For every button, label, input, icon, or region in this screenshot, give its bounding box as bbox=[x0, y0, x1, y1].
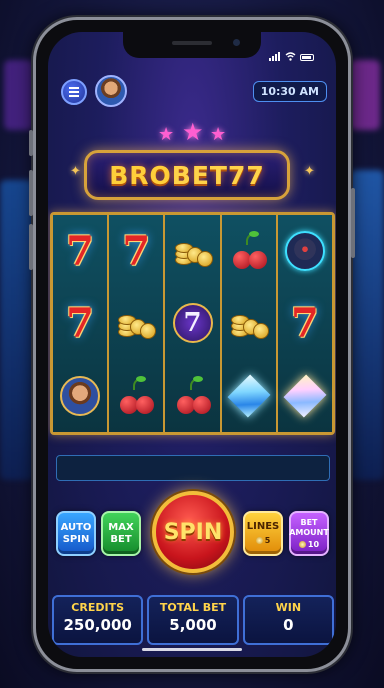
bet-amount-button[interactable]: BET AMOUNT 10 bbox=[289, 511, 329, 556]
star-icon: ★ bbox=[158, 124, 175, 145]
game-logo: BROBET77 bbox=[84, 150, 290, 200]
power-button bbox=[351, 188, 355, 258]
status-bar bbox=[269, 42, 314, 61]
cherry-symbol bbox=[170, 373, 216, 419]
notch bbox=[123, 32, 261, 58]
seven-symbol: 7 bbox=[122, 227, 151, 275]
battery-icon bbox=[300, 54, 314, 61]
sparkle-icon: ✦ bbox=[70, 164, 81, 179]
coin-stack-symbol bbox=[113, 300, 159, 346]
reel-5: 7 bbox=[277, 215, 333, 432]
reel-1: 7 7 bbox=[53, 215, 110, 432]
star-icon: ★ bbox=[210, 124, 227, 145]
cherry-symbol bbox=[113, 373, 159, 419]
home-indicator[interactable] bbox=[142, 648, 242, 651]
cherry-symbol bbox=[226, 228, 272, 274]
menu-button[interactable] bbox=[61, 79, 87, 105]
backdrop-top-left bbox=[4, 60, 34, 130]
wifi-icon bbox=[285, 52, 296, 61]
seven-purple-token-symbol: 7 bbox=[170, 300, 216, 346]
volume-up-button bbox=[29, 170, 33, 216]
beast-token-symbol bbox=[282, 228, 328, 274]
stats-bar: CREDITS 250,000 TOTAL BET 5,000 WIN 0 bbox=[52, 595, 334, 645]
logo-text-part2: BET77 bbox=[171, 160, 265, 190]
game-screen: 10:30 AM ★ ★ ★ ✦ ✦ BROBET77 7 7 7 7 7 AU… bbox=[48, 32, 336, 657]
diamond-gold-symbol bbox=[282, 373, 328, 419]
mute-switch bbox=[29, 130, 33, 156]
clock: 10:30 AM bbox=[252, 81, 327, 102]
menu-icon bbox=[69, 91, 79, 93]
sparkle-icon: ✦ bbox=[304, 164, 315, 179]
diamond-symbol bbox=[226, 373, 272, 419]
credits-panel: CREDITS 250,000 bbox=[52, 595, 144, 645]
message-bar bbox=[56, 455, 330, 481]
backdrop-right bbox=[350, 170, 384, 480]
total-bet-panel: TOTAL BET 5,000 bbox=[147, 595, 239, 645]
volume-down-button bbox=[29, 224, 33, 270]
signal-icon bbox=[269, 42, 281, 61]
coin-icon bbox=[255, 537, 263, 544]
coin-icon bbox=[298, 541, 306, 548]
seven-symbol: 7 bbox=[290, 299, 319, 347]
max-bet-button[interactable]: MAX BET bbox=[101, 511, 141, 556]
coin-stack-symbol bbox=[170, 228, 216, 274]
reel-2: 7 bbox=[109, 215, 166, 432]
face-token-symbol bbox=[57, 373, 103, 419]
reel-4 bbox=[221, 215, 278, 432]
coin-stack-symbol bbox=[226, 300, 272, 346]
seven-symbol: 7 bbox=[66, 299, 95, 347]
reel-grid[interactable]: 7 7 7 7 7 bbox=[50, 212, 335, 435]
player-avatar[interactable] bbox=[95, 75, 127, 107]
seven-symbol: 7 bbox=[66, 227, 95, 275]
backdrop-top-right bbox=[350, 60, 380, 130]
star-icon: ★ bbox=[182, 118, 204, 146]
speaker bbox=[172, 41, 212, 45]
phone-frame: 10:30 AM ★ ★ ★ ✦ ✦ BROBET77 7 7 7 7 7 AU… bbox=[29, 17, 355, 672]
spin-button[interactable]: SPIN bbox=[152, 491, 234, 573]
win-panel: WIN 0 bbox=[242, 595, 334, 645]
reel-3: 7 bbox=[165, 215, 222, 432]
lines-button[interactable]: LINES 5 bbox=[243, 511, 283, 556]
logo-stars: ★ ★ ★ bbox=[152, 120, 232, 146]
front-camera bbox=[233, 39, 240, 46]
logo-text-part1: BRO bbox=[109, 160, 172, 190]
auto-spin-button[interactable]: AUTO SPIN bbox=[56, 511, 96, 556]
